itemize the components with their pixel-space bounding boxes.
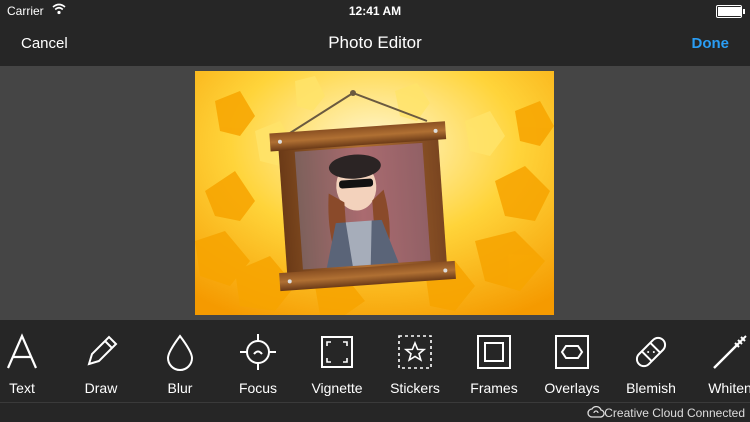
tool-focus[interactable]: Focus [218, 320, 298, 402]
battery-fill [718, 7, 741, 16]
tool-stickers-label: Stickers [390, 380, 440, 396]
tool-vignette[interactable]: Vignette [297, 320, 377, 402]
droplet-icon [166, 334, 194, 371]
tool-stickers[interactable]: Stickers [375, 320, 455, 402]
tool-overlays-label: Overlays [544, 380, 600, 396]
bandage-icon [635, 336, 667, 368]
tool-overlays[interactable]: Overlays [532, 320, 612, 402]
battery-icon [716, 5, 745, 18]
editor-canvas [0, 66, 750, 320]
text-icon [6, 333, 38, 369]
status-time: 12:41 AM [348, 4, 402, 18]
star-sticker-icon [398, 335, 432, 369]
footer-bar: Creative Cloud Connected [0, 402, 750, 422]
tool-frames[interactable]: Frames [454, 320, 534, 402]
tool-blemish-label: Blemish [626, 380, 676, 396]
edited-photo[interactable] [195, 71, 554, 315]
hexagon-overlay-icon [555, 335, 589, 369]
nav-bar: Cancel Photo Editor Done [0, 22, 750, 66]
pencil-icon [87, 335, 118, 366]
tool-draw[interactable]: Draw [61, 320, 141, 402]
tool-focus-label: Focus [238, 380, 278, 396]
tool-vignette-label: Vignette [311, 380, 363, 396]
status-bar: Carrier 12:41 AM [0, 0, 750, 22]
tool-blur[interactable]: Blur [140, 320, 220, 402]
focus-crosshair-icon [240, 334, 276, 370]
tool-text[interactable]: Text [0, 320, 62, 402]
tool-blemish[interactable]: Blemish [611, 320, 691, 402]
tool-bar: Text Draw Blur Focus Vignette Stickers F… [0, 320, 750, 402]
page-title: Photo Editor [328, 33, 422, 52]
tool-whiten-label: Whiten [708, 380, 750, 396]
tool-draw-label: Draw [84, 380, 118, 396]
tool-text-label: Text [9, 380, 35, 396]
tool-blur-label: Blur [167, 380, 193, 396]
frame-icon [477, 335, 511, 369]
creative-cloud-icon [587, 406, 605, 418]
tool-frames-label: Frames [470, 380, 518, 396]
creative-cloud-status: Creative Cloud Connected [604, 406, 745, 420]
done-button[interactable]: Done [692, 35, 730, 52]
toothbrush-icon [713, 335, 747, 369]
vignette-icon [321, 336, 353, 368]
tool-whiten[interactable]: Whiten [690, 320, 750, 402]
